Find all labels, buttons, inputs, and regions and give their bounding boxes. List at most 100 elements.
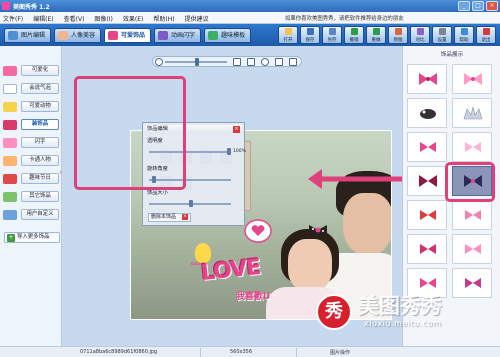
zoom-icon[interactable]: [155, 58, 163, 66]
menu-file[interactable]: 文件(F): [3, 14, 23, 23]
tab-label: 动画闪字: [171, 32, 196, 39]
settings-button[interactable]: 设置: [432, 26, 452, 44]
decoration-thumb[interactable]: [407, 234, 447, 264]
actual-size-icon[interactable]: [247, 58, 255, 66]
status-bar: 0711a8ba6c8989d61f0860.jpg 560x356 图片操作: [0, 346, 500, 357]
decoration-thumb[interactable]: [452, 132, 492, 162]
menu-effect[interactable]: 效果(E): [123, 14, 143, 23]
tab-label: 可爱饰品: [121, 32, 146, 39]
heart-bubble-sticker[interactable]: [244, 219, 272, 243]
tab-portrait-beauty[interactable]: 人像美容: [54, 28, 102, 43]
disk-icon: [307, 28, 314, 35]
heart-icon: [3, 66, 17, 76]
help-button[interactable]: 帮助: [454, 26, 474, 44]
menu-view[interactable]: 查看(V): [64, 14, 85, 23]
menu-edit[interactable]: 编辑(E): [33, 14, 53, 23]
face-icon: [58, 31, 69, 40]
decoration-thumb[interactable]: [407, 132, 447, 162]
delete-icon: ×: [182, 214, 188, 220]
panel-highlight-frame: [74, 76, 186, 190]
decoration-thumb[interactable]: [452, 200, 492, 230]
caption-sticker[interactable]: 我喜歡U: [236, 289, 270, 302]
cartoon-icon: [3, 156, 17, 166]
bow-icon: [465, 244, 481, 254]
decoration-thumb[interactable]: [452, 64, 492, 94]
sidebar-item-speech-bubble[interactable]: 会说气泡: [2, 82, 60, 95]
undo-button[interactable]: 撤销: [344, 26, 364, 44]
zoom-bar: [152, 56, 302, 67]
user-icon: [3, 210, 17, 220]
category-sidebar: 可爱化 会说气泡 可爱动物 装饰品 闪字 卡通人物 趣味节日 HOT 其它饰品 …: [0, 46, 69, 346]
decoration-thumb[interactable]: [407, 98, 447, 128]
photo-icon: [8, 31, 18, 40]
plus-icon: +: [7, 234, 15, 242]
panel-close-button[interactable]: ×: [233, 126, 240, 133]
window-title: 美图秀秀 1.2: [13, 4, 50, 11]
tab-photo-edit[interactable]: 图片编辑: [4, 28, 52, 43]
decoration-thumb[interactable]: [407, 64, 447, 94]
tiara-icon: [463, 106, 483, 120]
rotate-icon[interactable]: [261, 58, 269, 66]
import-label: 导入更多饰品: [17, 234, 50, 240]
sidebar-item-glitter-text[interactable]: 闪字: [2, 136, 60, 149]
opacity-slider-handle[interactable]: [227, 148, 231, 155]
minimize-button[interactable]: _: [458, 1, 470, 11]
love-sticker[interactable]: LOVE: [200, 255, 262, 286]
bow-icon: [464, 73, 482, 85]
sidebar-item-cute-animals[interactable]: 可爱动物: [2, 100, 60, 113]
sidebar-item-custom[interactable]: 用户自定义: [2, 208, 60, 221]
bow-icon: [420, 244, 436, 254]
decoration-thumb[interactable]: [452, 234, 492, 264]
tab-cute-decorations[interactable]: 可爱饰品: [104, 28, 152, 43]
bow-sticker[interactable]: [308, 224, 328, 236]
fit-icon[interactable]: [233, 58, 241, 66]
menu-feedback[interactable]: 提供建议: [185, 14, 209, 23]
help-icon: [461, 28, 468, 35]
app-icon: [2, 2, 10, 10]
gallery-title: 饰品展示: [440, 52, 464, 58]
meitu-watermark: 秀 美图秀秀 xiuxiu.meitu.com: [314, 284, 500, 344]
crop-icon[interactable]: [275, 58, 283, 66]
bird-icon: [420, 109, 436, 119]
menu-image[interactable]: 图像(I): [94, 14, 112, 23]
open-button[interactable]: 打开: [278, 26, 298, 44]
bubble-icon: [3, 84, 17, 94]
watermark-url: xiuxiu.meitu.com: [364, 319, 442, 328]
animal-icon: [3, 102, 17, 112]
main-tab-bar: 图片编辑 人像美容 可爱饰品 动画闪字 趣味模板 打开 保存 另存 撤销 重做 …: [0, 24, 500, 46]
image-icon: [395, 28, 402, 35]
man-face: [343, 193, 391, 255]
tab-fun-templates[interactable]: 趣味模板: [204, 28, 252, 43]
bow-icon: [3, 120, 17, 130]
save-button[interactable]: 保存: [300, 26, 320, 44]
decoration-thumb[interactable]: [407, 166, 447, 196]
sidebar-item-other[interactable]: 其它饰品: [2, 190, 60, 203]
decoration-thumb[interactable]: [452, 98, 492, 128]
menu-help[interactable]: 帮助(H): [153, 14, 174, 23]
zoom-slider-handle[interactable]: [195, 58, 199, 66]
menu-bar: 文件(F) 编辑(E) 查看(V) 图像(I) 效果(E) 帮助(H) 提供建议…: [0, 12, 500, 24]
promo-notice: 如果你喜欢美图秀秀，请把软件推荐给身边的朋友: [285, 16, 404, 22]
maximize-button[interactable]: □: [472, 1, 484, 11]
edit-icon[interactable]: [289, 58, 297, 66]
tab-label: 人像美容: [71, 32, 96, 39]
size-slider-handle[interactable]: [189, 200, 193, 207]
redo-button[interactable]: 重做: [366, 26, 386, 44]
exit-button[interactable]: 退出: [476, 26, 496, 44]
sidebar-item-holidays[interactable]: 趣味节日 HOT: [2, 170, 69, 185]
sidebar-item-cute[interactable]: 可爱化: [2, 64, 60, 77]
save-as-button[interactable]: 另存: [322, 26, 342, 44]
delete-decoration-button[interactable]: 删除本饰品 ×: [148, 213, 191, 222]
close-button[interactable]: ×: [486, 1, 498, 11]
template-icon: [208, 31, 219, 40]
original-button[interactable]: 原图: [388, 26, 408, 44]
sidebar-item-decorations[interactable]: 装饰品: [2, 118, 60, 131]
import-more-button[interactable]: + 导入更多饰品: [4, 232, 60, 243]
tab-animation-text[interactable]: 动画闪字: [154, 28, 202, 43]
decoration-thumb[interactable]: [407, 200, 447, 230]
compare-button[interactable]: 对比: [410, 26, 430, 44]
power-icon: [483, 28, 490, 35]
status-dimensions: 560x356: [230, 349, 253, 355]
undo-icon: [351, 28, 358, 35]
sidebar-item-cartoon[interactable]: 卡通人物: [2, 154, 60, 167]
